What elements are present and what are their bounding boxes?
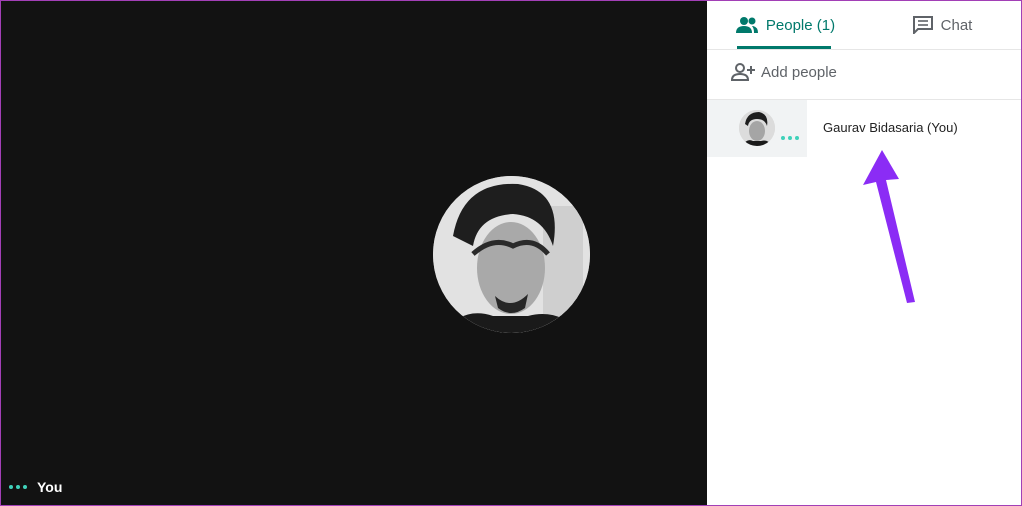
participant-avatar xyxy=(739,110,775,146)
self-name: You xyxy=(37,479,63,495)
add-person-icon xyxy=(731,63,755,81)
speaking-indicator-icon xyxy=(781,136,799,140)
participant-avatar-large xyxy=(433,176,590,333)
tab-chat[interactable]: Chat xyxy=(864,1,1021,49)
tab-people[interactable]: People (1) xyxy=(707,1,864,49)
add-people-label: Add people xyxy=(761,63,837,81)
video-stage: You xyxy=(1,1,707,505)
tab-people-label: People (1) xyxy=(765,16,836,34)
panel-tabs: People (1) Chat xyxy=(707,1,1021,50)
add-people-button[interactable]: Add people xyxy=(731,63,837,81)
annotation-arrow-icon xyxy=(863,150,915,303)
chat-icon xyxy=(912,16,933,34)
tab-chat-label: Chat xyxy=(940,16,973,34)
people-icon xyxy=(735,17,758,33)
audio-indicator-icon xyxy=(9,485,27,489)
self-tile-label: You xyxy=(9,479,62,495)
participant-name: Gaurav Bidasaria (You) xyxy=(823,120,958,135)
participant-avatar-cell xyxy=(707,100,807,157)
